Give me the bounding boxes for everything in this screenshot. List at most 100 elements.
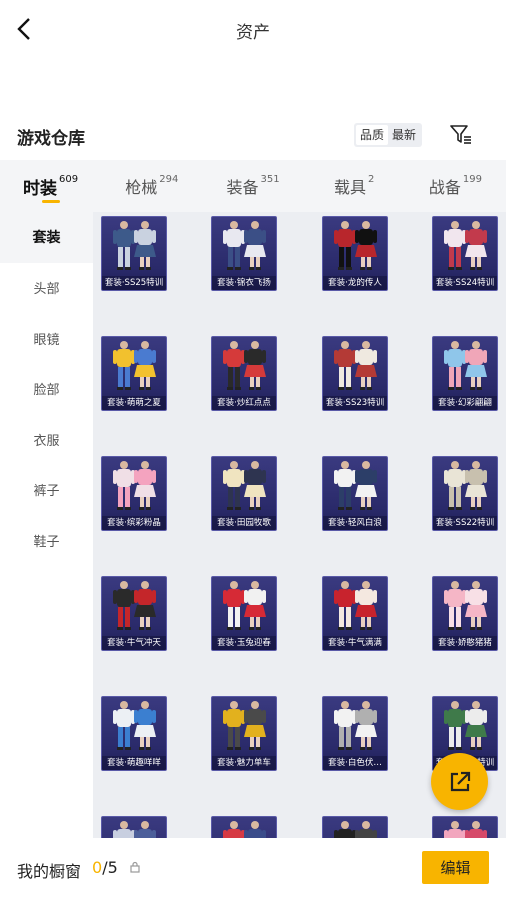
outfit-name: 套装·娇憨猪猪 xyxy=(438,638,492,648)
outfit-figure xyxy=(444,821,487,838)
sidebar-item-5[interactable]: 裤子 xyxy=(0,465,93,516)
outfit-card[interactable]: 套装·SS25特训 xyxy=(101,216,167,291)
outfit-card[interactable] xyxy=(211,816,277,838)
tab-label: 时装 xyxy=(23,178,58,199)
showcase-used: 0 xyxy=(92,858,103,877)
active-tab-indicator xyxy=(42,200,60,203)
outfit-name: 套装·萌萌之夏 xyxy=(107,398,161,408)
tab-label: 装备 xyxy=(226,178,259,197)
outfit-figure xyxy=(223,461,266,510)
outfit-name: 套装·牛气冲天 xyxy=(107,638,161,648)
outfit-figure xyxy=(444,341,487,390)
filter-button[interactable] xyxy=(448,122,474,148)
outfit-card[interactable]: 套装·牛气满满 xyxy=(322,576,388,651)
outfit-card[interactable] xyxy=(432,816,498,838)
outfit-figure xyxy=(113,221,156,270)
outfit-card[interactable]: 套装·魅力单车 xyxy=(211,696,277,771)
tab-3[interactable]: 载具 2 xyxy=(304,160,405,212)
showcase-count: 0/5 xyxy=(92,858,118,877)
bottom-bar: 我的橱窗 0/5 编辑 xyxy=(0,838,506,897)
tab-count: 2 xyxy=(368,173,375,185)
outfit-card[interactable]: 套装·田园牧歌 xyxy=(211,456,277,531)
tab-2[interactable]: 装备 351 xyxy=(202,160,303,212)
share-icon xyxy=(450,771,470,791)
edit-button[interactable]: 编辑 xyxy=(422,851,489,884)
outfit-figure xyxy=(223,221,266,270)
outfit-name: 套装·轻风白浪 xyxy=(328,518,382,528)
outfit-card[interactable]: 套装·娇憨猪猪 xyxy=(432,576,498,651)
outfit-figure xyxy=(444,581,487,630)
outfit-figure xyxy=(113,581,156,630)
showcase-total: 5 xyxy=(107,858,118,877)
outfit-name: 套装·锦衣飞扬 xyxy=(217,278,271,288)
outfit-card[interactable]: 套装·幻彩翩翩 xyxy=(432,336,498,411)
outfit-name: 套装·玉兔迎春 xyxy=(217,638,271,648)
outfit-figure xyxy=(444,221,487,270)
outfit-card[interactable] xyxy=(322,816,388,838)
outfit-figure xyxy=(223,821,266,838)
tab-count: 294 xyxy=(159,173,179,185)
tab-count: 351 xyxy=(260,173,280,185)
outfit-figure xyxy=(334,581,377,630)
outfit-figure xyxy=(334,461,377,510)
outfit-card[interactable]: 套装·缤彩粉晶 xyxy=(101,456,167,531)
item-grid[interactable]: 套装·SS25特训 套装·锦衣飞扬 套装·龙的传人 套装·SS24特训 套装·萌萌之夏套… xyxy=(93,212,506,838)
sidebar-item-3[interactable]: 脸部 xyxy=(0,364,93,415)
share-button[interactable] xyxy=(431,753,488,810)
outfit-card[interactable]: 套装·SS23特训 xyxy=(322,336,388,411)
sidebar-item-4[interactable]: 衣服 xyxy=(0,414,93,465)
sort-newest-option[interactable]: 最新 xyxy=(388,125,420,145)
outfit-name: 套装·牛气满满 xyxy=(328,638,382,648)
tab-label: 枪械 xyxy=(125,178,158,197)
top-bar: 资产 xyxy=(0,0,506,60)
tab-0[interactable]: 时装 609 xyxy=(0,160,101,212)
sidebar-item-1[interactable]: 头部 xyxy=(0,263,93,314)
outfit-card[interactable]: 套装·锦衣飞扬 xyxy=(211,216,277,291)
tab-count: 609 xyxy=(59,173,79,185)
sidebar-item-0[interactable]: 套装 xyxy=(0,212,93,263)
outfit-name: 套装·白色伏… xyxy=(328,758,382,768)
outfit-name: 套装·魅力单车 xyxy=(217,758,271,768)
outfit-name: 套装·炒红点点 xyxy=(217,398,271,408)
category-tabs: 时装 609 枪械 294 装备 351 载具 2 战备 199 xyxy=(0,160,506,212)
outfit-figure xyxy=(334,701,377,750)
outfit-card[interactable]: 套装·龙的传人 xyxy=(322,216,388,291)
outfit-card[interactable]: 套装·玉兔迎春 xyxy=(211,576,277,651)
outfit-name: 套装·SS24特训 xyxy=(435,278,495,288)
subcategory-sidebar: 套装 头部 眼镜 脸部 衣服 裤子 鞋子 xyxy=(0,212,93,838)
sort-toggle: 品质 最新 xyxy=(354,123,423,147)
outfit-card[interactable]: 套装·SS24特训 xyxy=(432,216,498,291)
outfit-figure xyxy=(444,461,487,510)
lock-icon xyxy=(130,861,140,873)
outfit-name: 套装·SS22特训 xyxy=(435,518,495,528)
filter-icon xyxy=(450,125,471,144)
outfit-figure xyxy=(334,821,377,838)
tab-4[interactable]: 战备 199 xyxy=(405,160,506,212)
sidebar-item-6[interactable]: 鞋子 xyxy=(0,515,93,566)
outfit-figure xyxy=(223,701,266,750)
outfit-figure xyxy=(113,341,156,390)
outfit-card[interactable]: 套装·萌趣咩咩 xyxy=(101,696,167,771)
outfit-figure xyxy=(113,821,156,838)
outfit-name: 套装·龙的传人 xyxy=(328,278,382,288)
outfit-card[interactable]: 套装·牛气冲天 xyxy=(101,576,167,651)
outfit-figure xyxy=(334,221,377,270)
outfit-name: 套装·萌趣咩咩 xyxy=(107,758,161,768)
tab-label: 战备 xyxy=(428,178,461,197)
outfit-card[interactable]: 套装·白色伏… xyxy=(322,696,388,771)
tab-label: 载具 xyxy=(334,178,367,197)
tab-1[interactable]: 枪械 294 xyxy=(101,160,202,212)
sidebar-item-2[interactable]: 眼镜 xyxy=(0,313,93,364)
outfit-figure xyxy=(223,341,266,390)
showcase-label: 我的橱窗 xyxy=(17,862,82,881)
outfit-card[interactable] xyxy=(101,816,167,838)
sort-quality-option[interactable]: 品质 xyxy=(356,125,389,145)
outfit-name: 套装·幻彩翩翩 xyxy=(438,398,492,408)
tab-count: 199 xyxy=(462,173,482,185)
outfit-card[interactable]: 套装·萌萌之夏 xyxy=(101,336,167,411)
outfit-card[interactable]: 套装·炒红点点 xyxy=(211,336,277,411)
outfit-figure xyxy=(113,461,156,510)
outfit-name: 套装·田园牧歌 xyxy=(217,518,271,528)
outfit-card[interactable]: 套装·SS22特训 xyxy=(432,456,498,531)
outfit-card[interactable]: 套装·轻风白浪 xyxy=(322,456,388,531)
